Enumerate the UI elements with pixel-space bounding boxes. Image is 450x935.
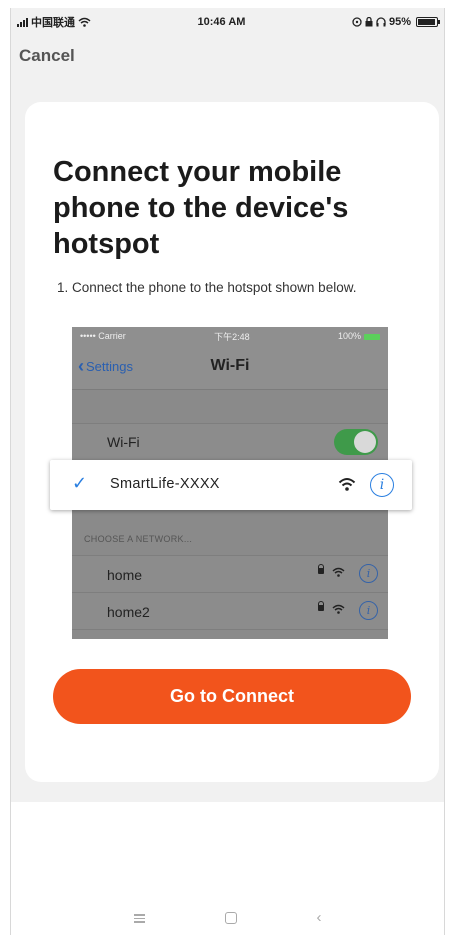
network-row: home2 i [72, 592, 388, 630]
toggle-switch-icon [334, 429, 378, 455]
info-icon: i [359, 564, 378, 583]
wifi-icon [332, 604, 345, 614]
illustration-time: 下午2:48 [214, 331, 250, 342]
illustration-nav-bar: ‹ Settings Wi-Fi [72, 345, 388, 390]
network-list: home i home2 i [72, 555, 388, 630]
battery-percent: 95% [388, 16, 411, 28]
battery-icon [415, 17, 440, 27]
illustration-battery: 100% [338, 331, 380, 341]
lock-icon [318, 564, 324, 574]
info-icon: i [359, 601, 378, 620]
wifi-settings-illustration: ••••• Carrier 下午2:48 100% ‹ Settings Wi-… [50, 327, 412, 639]
lock-icon [318, 601, 324, 611]
status-time: 10:46 AM [197, 16, 246, 28]
wifi-icon [78, 17, 91, 27]
illustration-status-bar: ••••• Carrier 下午2:48 100% [72, 327, 388, 345]
network-name: home2 [107, 604, 150, 620]
network-row: home i [72, 555, 388, 592]
back-icon[interactable]: ‹ [317, 910, 322, 925]
go-to-connect-button[interactable]: Go to Connect [53, 669, 411, 724]
wifi-icon [332, 567, 345, 577]
carrier-name: 中国联通 [31, 17, 75, 29]
alarm-icon [352, 17, 362, 27]
status-right: 95% [352, 16, 440, 28]
network-name: home [107, 567, 143, 583]
checkmark-icon: ✓ [72, 473, 88, 493]
headphones-icon [376, 17, 386, 27]
phone-screen: 中国联通 10:46 AM 95% Cancel Connect your mo… [10, 8, 445, 935]
signal-icon [17, 17, 28, 27]
wifi-icon [338, 478, 356, 491]
cancel-button[interactable]: Cancel [19, 46, 75, 66]
lock-rotation-icon [365, 17, 373, 27]
illustration-carrier: ••••• Carrier [80, 331, 126, 341]
menu-icon[interactable] [133, 914, 145, 924]
system-nav-bar: ‹ [11, 910, 444, 925]
info-icon: i [370, 473, 394, 497]
battery-fill [417, 19, 436, 25]
status-left: 中国联通 [17, 14, 91, 30]
hotspot-card: Connect your mobile phone to the device'… [25, 102, 439, 782]
illustration-battery-icon [363, 333, 380, 340]
illustration-title: Wi-Fi [210, 357, 250, 374]
illustration-wifi-label: Wi-Fi [107, 434, 140, 450]
selected-network-name: SmartLife-XXXX [110, 476, 220, 492]
home-icon[interactable] [224, 912, 237, 924]
selected-network-row: ✓ SmartLife-XXXX i [50, 460, 412, 510]
illustration-battery-label: 100% [337, 331, 361, 341]
status-bar: 中国联通 10:46 AM 95% [11, 8, 444, 36]
choose-network-label: CHOOSE A NETWORK... [84, 534, 193, 544]
system-nav-area: ‹ [11, 802, 444, 935]
page-title: Connect your mobile phone to the device'… [53, 156, 349, 260]
illustration-wifi-toggle-row: Wi-Fi [72, 423, 388, 461]
instruction-text: 1. Connect the phone to the hotspot show… [57, 280, 357, 295]
